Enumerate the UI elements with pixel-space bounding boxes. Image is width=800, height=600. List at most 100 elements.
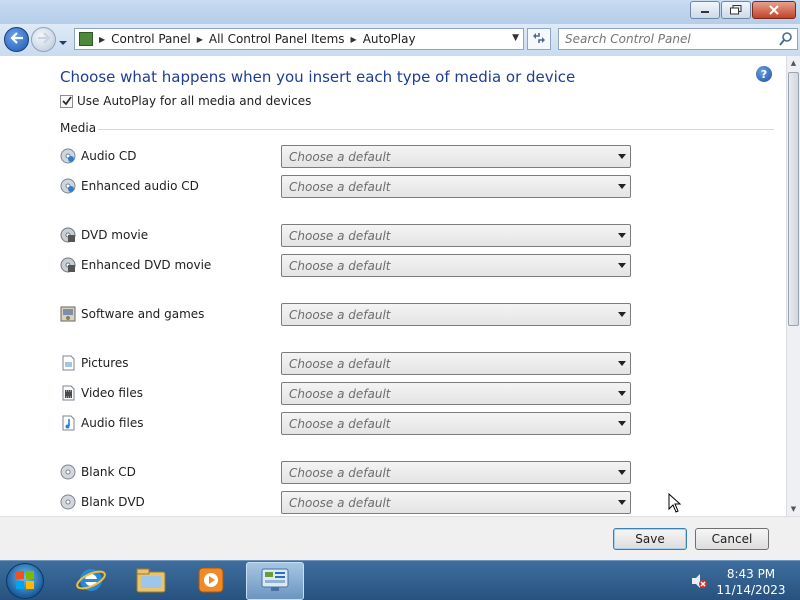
chevron-down-icon — [618, 391, 626, 396]
refresh-button[interactable] — [527, 28, 551, 50]
scroll-thumb[interactable] — [788, 72, 799, 326]
media-label: Audio files — [81, 416, 144, 430]
breadcrumb-control-panel[interactable]: Control Panel — [111, 32, 191, 46]
close-button[interactable] — [752, 1, 796, 19]
chevron-down-icon — [618, 312, 626, 317]
media-player-icon — [196, 565, 226, 598]
media-label: Video files — [81, 386, 143, 400]
blank-cd-select[interactable]: Choose a default — [281, 461, 631, 484]
pictures-select[interactable]: Choose a default — [281, 352, 631, 375]
select-value: Choose a default — [289, 149, 391, 164]
media-label: DVD movie — [81, 228, 149, 242]
clock-time: 8:43 PM — [726, 567, 776, 581]
select-value: Choose a default — [289, 495, 391, 510]
save-button[interactable]: Save — [613, 528, 687, 550]
search-box[interactable] — [558, 28, 798, 50]
media-label: Blank CD — [81, 465, 136, 479]
minimize-button[interactable] — [690, 1, 720, 19]
dialog-footer: Save Cancel — [0, 516, 800, 560]
taskbar-media-player[interactable] — [182, 562, 240, 600]
caption-buttons — [690, 1, 796, 19]
chevron-down-icon — [618, 233, 626, 238]
dvd-movie-select[interactable]: Choose a default — [281, 224, 631, 247]
dvd-movie-icon — [60, 227, 76, 243]
section-divider — [98, 129, 774, 130]
select-value: Choose a default — [289, 307, 391, 322]
blank-dvd-select[interactable]: Choose a default — [281, 491, 631, 514]
use-autoplay-option[interactable]: Use AutoPlay for all media and devices — [60, 94, 311, 108]
media-section-title: Media — [60, 121, 97, 135]
scroll-up-icon[interactable]: ▲ — [787, 56, 800, 70]
media-row-pictures: Pictures Choose a default — [60, 351, 640, 375]
audio-cd-select[interactable]: Choose a default — [281, 145, 631, 168]
audio-files-select[interactable]: Choose a default — [281, 412, 631, 435]
pictures-icon — [60, 355, 76, 371]
software-games-icon — [60, 306, 76, 322]
video-files-icon — [60, 385, 76, 401]
enhanced-dvd-movie-icon — [60, 257, 76, 273]
select-value: Choose a default — [289, 386, 391, 401]
address-dropdown-icon[interactable]: ▼ — [512, 33, 519, 43]
blank-cd-icon — [60, 464, 76, 480]
search-icon[interactable] — [779, 32, 793, 49]
arrow-left-icon — [9, 32, 24, 47]
vertical-scrollbar[interactable]: ▲ ▼ — [786, 56, 800, 516]
select-value: Choose a default — [289, 258, 391, 273]
minimize-icon — [699, 6, 711, 14]
scroll-down-icon[interactable]: ▼ — [787, 502, 800, 516]
title-bar[interactable] — [0, 0, 800, 24]
search-input[interactable] — [565, 32, 765, 46]
volume-muted-icon[interactable] — [690, 573, 708, 592]
use-autoplay-checkbox[interactable] — [60, 94, 73, 108]
windows-explorer-icon — [135, 566, 167, 597]
breadcrumb-autoplay[interactable]: AutoPlay — [363, 32, 416, 46]
software-games-select[interactable]: Choose a default — [281, 303, 631, 326]
taskbar-control-panel[interactable] — [246, 562, 304, 600]
media-label: Enhanced audio CD — [81, 179, 199, 193]
enhanced-audio-cd-select[interactable]: Choose a default — [281, 175, 631, 198]
enhanced-dvd-movie-select[interactable]: Choose a default — [281, 254, 631, 277]
select-value: Choose a default — [289, 416, 391, 431]
start-button[interactable] — [6, 563, 44, 599]
breadcrumb-all-items[interactable]: All Control Panel Items — [209, 32, 345, 46]
media-label: Enhanced DVD movie — [81, 258, 212, 272]
system-clock[interactable]: 8:43 PM 11/14/2023 — [716, 566, 786, 598]
media-label: Blank DVD — [81, 495, 145, 509]
select-value: Choose a default — [289, 179, 391, 194]
forward-button[interactable] — [31, 27, 56, 52]
chevron-down-icon — [618, 421, 626, 426]
media-row-enhanced-dvd-movie: Enhanced DVD movie Choose a default — [60, 253, 640, 277]
arrow-right-icon — [37, 32, 51, 47]
address-bar[interactable]: ▶ Control Panel ▶ All Control Panel Item… — [74, 28, 524, 50]
chevron-down-icon — [618, 361, 626, 366]
autoplay-window: ▶ Control Panel ▶ All Control Panel Item… — [0, 0, 800, 560]
content-pane: Choose what happens when you insert each… — [0, 56, 786, 516]
video-files-select[interactable]: Choose a default — [281, 382, 631, 405]
media-row-software-games: Software and games Choose a default — [60, 302, 640, 326]
chevron-right-icon[interactable]: ▶ — [351, 35, 357, 44]
chevron-down-icon — [58, 36, 68, 50]
page-title: Choose what happens when you insert each… — [60, 68, 576, 86]
taskbar-internet-explorer[interactable] — [62, 562, 120, 600]
chevron-right-icon[interactable]: ▶ — [99, 35, 105, 44]
chevron-right-icon[interactable]: ▶ — [197, 35, 203, 44]
help-icon[interactable]: ? — [756, 66, 772, 82]
windows-logo-icon — [15, 570, 35, 593]
navigation-bar: ▶ Control Panel ▶ All Control Panel Item… — [0, 24, 800, 56]
enhanced-audio-cd-icon — [60, 178, 76, 194]
media-label: Audio CD — [81, 149, 137, 163]
select-value: Choose a default — [289, 228, 391, 243]
back-button[interactable] — [4, 27, 29, 52]
use-autoplay-label[interactable]: Use AutoPlay for all media and devices — [77, 94, 311, 108]
media-label: Pictures — [81, 356, 129, 370]
media-row-dvd-movie: DVD movie Choose a default — [60, 223, 640, 247]
audio-files-icon — [60, 415, 76, 431]
cancel-button[interactable]: Cancel — [695, 528, 769, 550]
control-panel-icon — [79, 32, 93, 46]
recent-pages-dropdown[interactable] — [58, 36, 68, 45]
media-row-audio-files: Audio files Choose a default — [60, 411, 640, 435]
media-row-blank-dvd: Blank DVD Choose a default — [60, 490, 640, 514]
control-panel-icon — [260, 566, 290, 597]
taskbar-windows-explorer[interactable] — [122, 562, 180, 600]
restore-button[interactable] — [721, 1, 751, 19]
